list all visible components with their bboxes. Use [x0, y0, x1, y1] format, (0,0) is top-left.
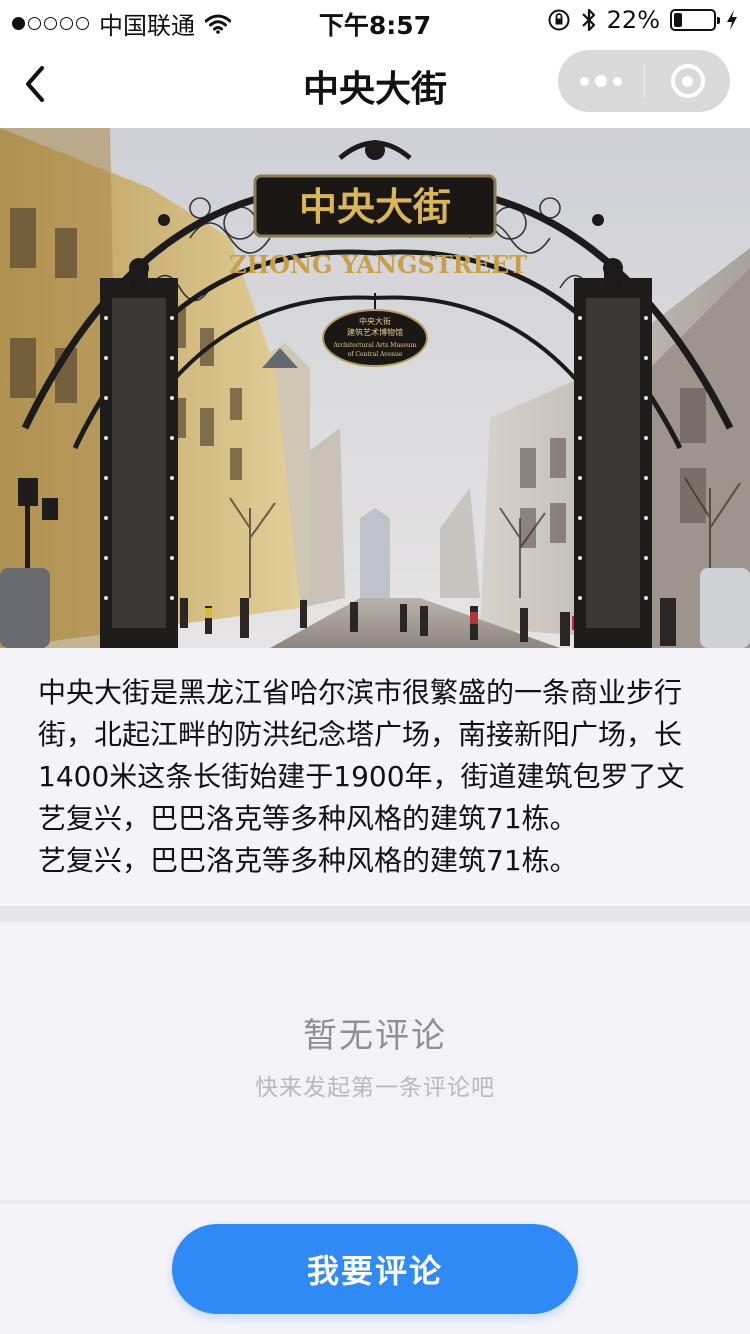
mini-program-capsule — [558, 50, 730, 112]
arch-sign-text: 中央大街 — [299, 184, 451, 229]
charging-icon — [727, 10, 737, 30]
status-bar: 中国联通 下午8:57 22% — [0, 0, 750, 40]
arch-lettering: ZHONG YANGSTREET — [229, 250, 527, 279]
battery-fill — [674, 13, 683, 27]
section-divider — [0, 906, 750, 922]
battery-icon — [670, 9, 720, 31]
street-arch-photo: 中央大街 ZHONG YANGSTREET 中央大街 建筑艺术博物馆 Archi… — [0, 128, 750, 648]
hero-image: 中央大街 ZHONG YANGSTREET 中央大街 建筑艺术博物馆 Archi… — [0, 128, 750, 648]
close-button[interactable] — [645, 50, 730, 112]
description-paragraph: 中央大街是黑龙江省哈尔滨市很繁盛的一条商业步行街，北起江畔的防洪纪念塔广场，南接… — [38, 676, 685, 835]
more-dots-icon — [580, 75, 622, 87]
plaque-line-3: Architectural Arts Museum — [332, 342, 416, 349]
empty-comments-subtitle: 快来发起第一条评论吧 — [255, 1075, 495, 1101]
plaque-line-4: of Central Avenue — [348, 351, 403, 358]
plaque-line-2: 建筑艺术博物馆 — [347, 327, 403, 337]
status-right: 22% — [547, 6, 738, 34]
write-comment-button[interactable]: 我要评论 — [172, 1224, 578, 1314]
description-extra-line: 艺复兴，巴巴洛克等多种风格的建筑71栋。 — [38, 844, 578, 877]
comments-section: 暂无评论 快来发起第一条评论吧 — [0, 922, 750, 1200]
more-button[interactable] — [558, 50, 644, 112]
close-target-icon — [670, 64, 705, 98]
description-section: 中央大街是黑龙江省哈尔滨市很繁盛的一条商业步行街，北起江畔的防洪纪念塔广场，南接… — [0, 648, 750, 906]
orientation-lock-icon — [548, 9, 570, 31]
navigation-bar: 中央大街 — [0, 40, 750, 128]
plaque-line-1: 中央大街 — [359, 316, 391, 326]
bluetooth-icon — [581, 8, 595, 32]
empty-comments-title: 暂无评论 — [303, 1016, 447, 1056]
footer-bar: 我要评论 — [0, 1204, 750, 1334]
battery-percent: 22% — [606, 6, 660, 34]
